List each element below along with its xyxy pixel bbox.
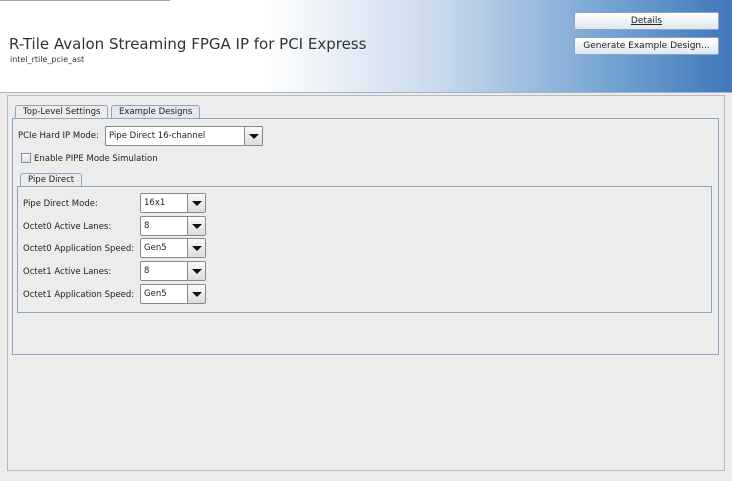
octet1-active-lanes-value: 8 — [144, 266, 150, 276]
hard-ip-mode-value: Pipe Direct 16-channel — [109, 131, 206, 141]
enable-pipe-sim-label: Enable PIPE Mode Simulation — [34, 154, 158, 164]
hard-ip-mode-label: PCIe Hard IP Mode: — [18, 131, 99, 141]
octet0-active-lanes-select[interactable]: 8 — [140, 216, 206, 236]
tab-top-level-settings-label: Top-Level Settings — [23, 107, 101, 117]
hard-ip-mode-select[interactable]: Pipe Direct 16-channel — [105, 126, 263, 146]
octet1-active-lanes-select[interactable]: 8 — [140, 261, 206, 281]
ip-title: R-Tile Avalon Streaming FPGA IP for PCI … — [9, 35, 367, 53]
octet1-app-speed-select[interactable]: Gen5 — [140, 284, 206, 304]
header-banner: R-Tile Avalon Streaming FPGA IP for PCI … — [0, 0, 732, 93]
octet1-app-speed-label: Octet1 Application Speed: — [23, 290, 135, 300]
pipe-direct-mode-value: 16x1 — [144, 198, 166, 208]
details-button[interactable]: Details — [574, 12, 719, 30]
ip-module-name: intel_rtile_pcie_ast — [10, 55, 85, 64]
generate-example-design-button[interactable]: Generate Example Design... — [574, 37, 719, 55]
details-button-label: Details — [630, 16, 663, 26]
enable-pipe-sim-checkbox[interactable] — [21, 153, 31, 163]
octet0-active-lanes-label: Octet0 Active Lanes: — [23, 222, 112, 232]
tab-top-level-settings[interactable]: Top-Level Settings — [15, 105, 109, 119]
octet0-app-speed-label: Octet0 Application Speed: — [23, 244, 135, 254]
tab-example-designs[interactable]: Example Designs — [111, 105, 201, 119]
chevron-down-icon — [187, 262, 205, 280]
octet1-active-lanes-label: Octet1 Active Lanes: — [23, 267, 112, 277]
tab-pipe-direct[interactable]: Pipe Direct — [20, 173, 83, 187]
chevron-down-icon — [244, 127, 262, 145]
octet0-app-speed-select[interactable]: Gen5 — [140, 238, 206, 258]
octet0-app-speed-value: Gen5 — [144, 243, 167, 253]
generate-button-label: Generate Example Design... — [583, 41, 710, 51]
chevron-down-icon — [187, 217, 205, 235]
chevron-down-icon — [187, 239, 205, 257]
header-top-divider — [0, 0, 170, 1]
chevron-down-icon — [187, 194, 205, 212]
tab-example-designs-label: Example Designs — [119, 107, 193, 117]
octet1-app-speed-value: Gen5 — [144, 289, 167, 299]
chevron-down-icon — [187, 285, 205, 303]
tab-pipe-direct-label: Pipe Direct — [28, 175, 75, 185]
pipe-direct-mode-label: Pipe Direct Mode: — [23, 199, 98, 209]
pipe-direct-mode-select[interactable]: 16x1 — [140, 193, 206, 213]
octet0-active-lanes-value: 8 — [144, 221, 150, 231]
